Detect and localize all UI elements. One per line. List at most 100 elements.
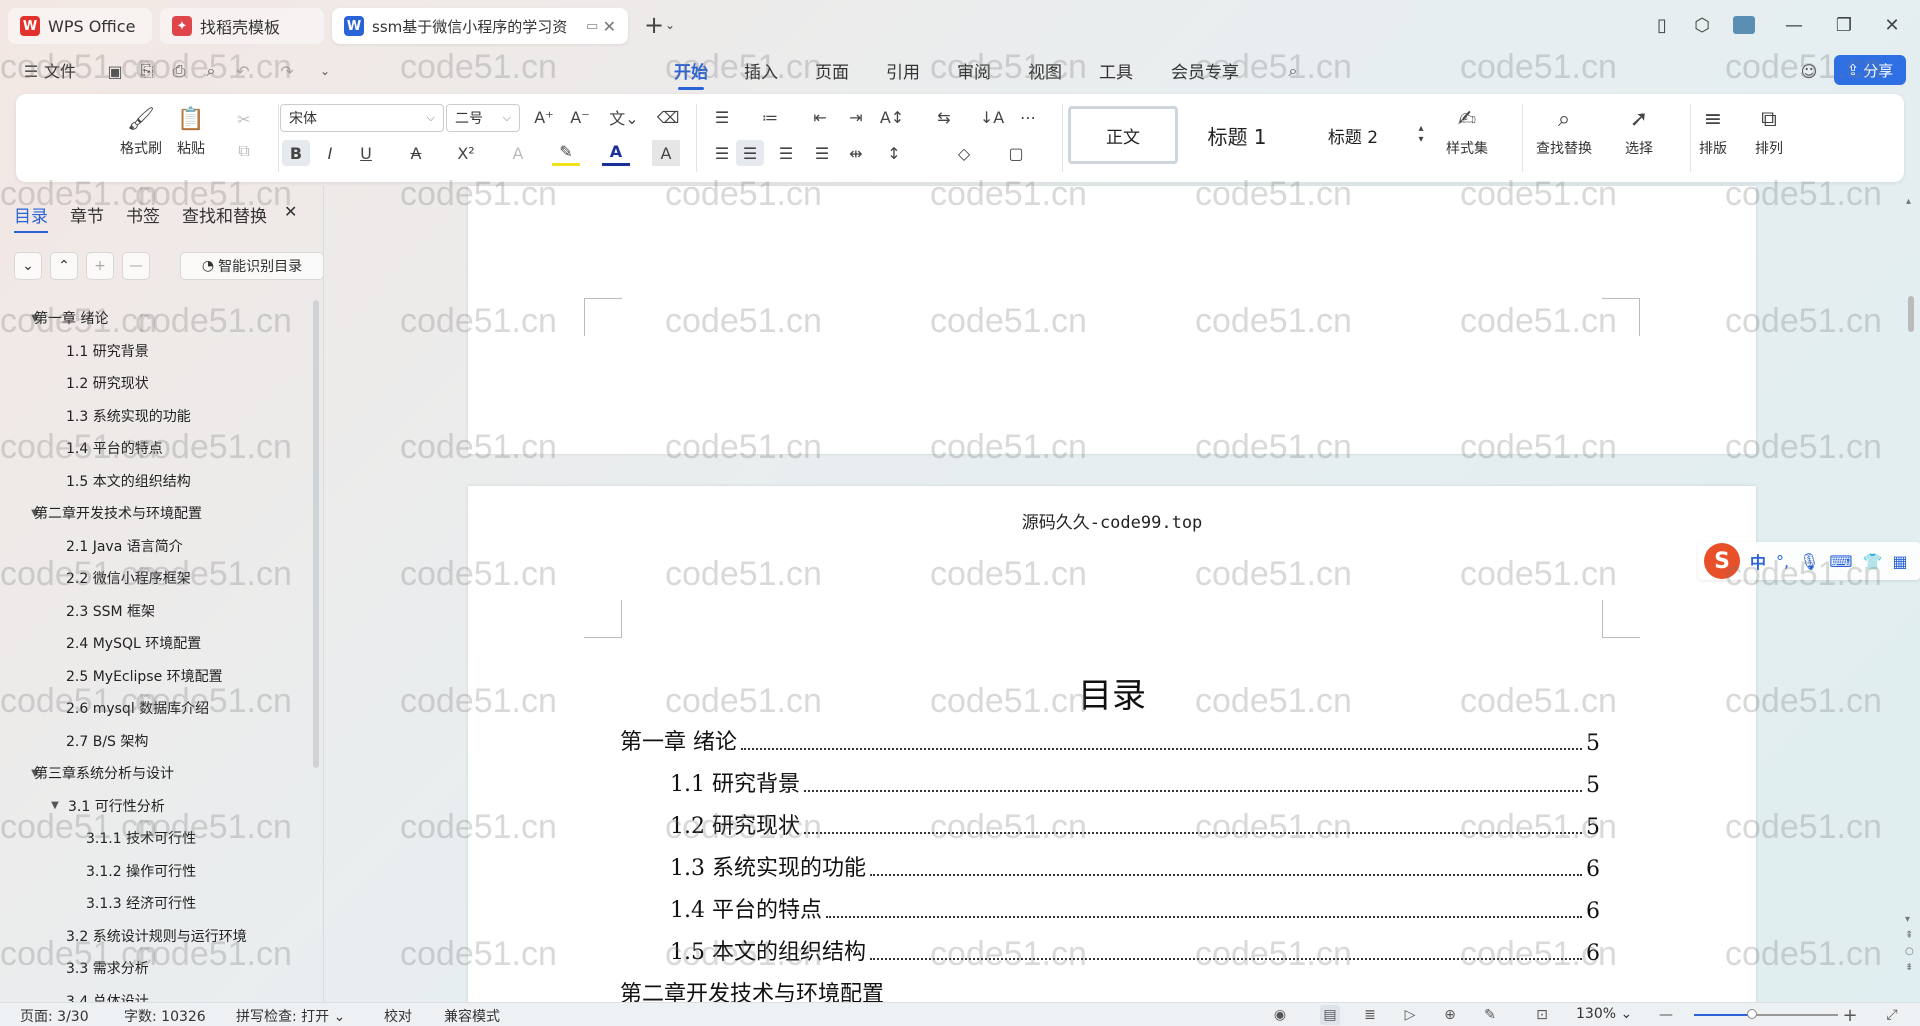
add-heading-icon[interactable]: +: [86, 252, 114, 280]
ime-punct[interactable]: °,: [1776, 552, 1789, 571]
toc-item[interactable]: 2.3 SSM 框架: [0, 595, 316, 627]
style-normal[interactable]: 正文: [1068, 106, 1178, 164]
numbered-list-icon[interactable]: ≔: [756, 104, 784, 130]
align-left-icon[interactable]: ☰: [708, 140, 736, 166]
doc-toc-line[interactable]: 1.5 本文的组织结构 6: [670, 936, 1600, 966]
search-icon[interactable]: ⌕: [1282, 60, 1304, 82]
toc-item[interactable]: ▼ 3.1 可行性分析: [0, 790, 316, 822]
tab-chapters[interactable]: 章节: [70, 202, 104, 227]
bold-icon[interactable]: B: [282, 140, 310, 166]
save-icon[interactable]: ▣: [104, 60, 126, 82]
doc-scrollbar[interactable]: ▴ ▾ ⇞ ○ ⇟: [1904, 196, 1920, 1002]
web-view-icon[interactable]: ⊕: [1440, 1005, 1460, 1025]
toc-item[interactable]: 3.1.3 经济可行性: [0, 887, 316, 919]
fit-page-icon[interactable]: ⊡: [1532, 1005, 1552, 1025]
doc-toc-line[interactable]: 1.4 平台的特点 6: [670, 894, 1600, 924]
justify-icon[interactable]: ☰: [808, 140, 836, 166]
tab-document[interactable]: W ssm基于微信小程序的学习资 ▭ ✕: [332, 8, 628, 44]
file-menu[interactable]: 文件: [44, 58, 76, 82]
print-icon[interactable]: ⎙: [168, 60, 190, 82]
cube-icon[interactable]: ⬡: [1682, 10, 1722, 40]
toc-item[interactable]: 2.2 微信小程序框架: [0, 562, 316, 594]
increase-indent-icon[interactable]: ⇥: [842, 104, 870, 130]
layout-button[interactable]: ≡ 排版: [1698, 104, 1728, 158]
chat-icon[interactable]: ☺: [1798, 60, 1820, 82]
avatar[interactable]: [1724, 10, 1764, 40]
outline-view-icon[interactable]: ≣: [1360, 1005, 1380, 1025]
word-count[interactable]: 字数: 10326: [124, 1006, 206, 1026]
menu-home[interactable]: 开始: [674, 58, 708, 90]
print-preview-icon[interactable]: ⌕: [200, 60, 222, 82]
zoom-slider[interactable]: [1694, 1009, 1838, 1019]
undo-icon[interactable]: ↶: [232, 60, 254, 82]
tab-find-replace[interactable]: 查找和替换: [182, 202, 267, 227]
toc-item[interactable]: 1.1 研究背景: [0, 335, 316, 367]
copy-icon[interactable]: ⧉: [230, 138, 258, 164]
paste-button[interactable]: 📋 粘贴: [176, 104, 206, 158]
zoom-knob[interactable]: [1746, 1009, 1757, 1019]
smart-toc-button[interactable]: ◔ 智能识别目录: [180, 252, 324, 280]
doc-toc-line[interactable]: 1.1 研究背景 5: [670, 768, 1600, 798]
format-painter-button[interactable]: 🖌 格式刷: [120, 104, 162, 158]
font-size-select[interactable]: 二号 ⌵: [446, 104, 520, 132]
hamburger-icon[interactable]: ☰: [20, 60, 42, 82]
ime-mode[interactable]: 中: [1750, 549, 1766, 573]
chevron-down-icon[interactable]: ⌄: [658, 10, 682, 40]
zoom-in-icon[interactable]: +: [1840, 1005, 1860, 1026]
monitor-icon[interactable]: ▭: [586, 19, 598, 34]
grow-font-icon[interactable]: A⁺: [530, 104, 558, 130]
show-marks-icon[interactable]: ⋯: [1014, 104, 1042, 130]
page-indicator[interactable]: 页面: 3/30: [20, 1006, 89, 1026]
strikethrough-icon[interactable]: A: [402, 140, 430, 166]
export-icon[interactable]: ⎘: [136, 60, 158, 82]
toc-item[interactable]: 1.2 研究现状: [0, 367, 316, 399]
menu-insert[interactable]: 插入: [744, 58, 778, 83]
toc-item[interactable]: 3.2 系统设计规则与运行环境: [0, 920, 316, 952]
expand-icon[interactable]: ⌄: [14, 252, 42, 280]
toc-item[interactable]: 3.1.1 技术可行性: [0, 822, 316, 854]
grid-icon[interactable]: ▦: [1892, 552, 1907, 571]
border-icon[interactable]: ▢: [1002, 140, 1030, 166]
select-button[interactable]: ➚ 选择: [1624, 104, 1654, 158]
remove-heading-icon[interactable]: —: [122, 252, 150, 280]
menu-reference[interactable]: 引用: [886, 58, 920, 83]
sidebar-toggle-icon[interactable]: ▯: [1642, 10, 1682, 40]
keyboard-icon[interactable]: ⌨: [1829, 552, 1852, 571]
align-center-icon[interactable]: ☰: [736, 140, 764, 166]
toc-item[interactable]: 2.6 mysql 数据库介绍: [0, 692, 316, 724]
zoom-out-icon[interactable]: —: [1656, 1005, 1676, 1025]
menu-review[interactable]: 审阅: [957, 58, 991, 83]
pane-divider[interactable]: [323, 186, 324, 1002]
tab-docer[interactable]: ✦ 找稻壳模板: [160, 8, 324, 44]
toc-item[interactable]: 2.4 MySQL 环境配置: [0, 627, 316, 659]
font-color-icon[interactable]: A: [602, 140, 630, 166]
toc-item[interactable]: 1.4 平台的特点: [0, 432, 316, 464]
collapse-icon[interactable]: ⌃: [50, 252, 78, 280]
arrange-button[interactable]: ⧉ 排列: [1754, 104, 1784, 158]
superscript-icon[interactable]: X²: [452, 140, 480, 166]
toc-item[interactable]: 1.3 系统实现的功能: [0, 400, 316, 432]
redo-icon[interactable]: ↷: [276, 60, 298, 82]
share-button[interactable]: ⇪ 分享: [1834, 55, 1906, 85]
fullscreen-icon[interactable]: ⤢: [1882, 1005, 1902, 1025]
scroll-thumb[interactable]: [1908, 296, 1914, 332]
tab-bookmarks[interactable]: 书签: [126, 202, 160, 227]
toc-item[interactable]: 2.5 MyEclipse 环境配置: [0, 660, 316, 692]
highlight-icon[interactable]: ✎: [552, 140, 580, 166]
tab-toc[interactable]: 目录: [14, 202, 48, 233]
scroll-nav-icon[interactable]: ▾ ⇞ ○ ⇟: [1905, 912, 1914, 976]
text-direction-icon[interactable]: A↕: [878, 104, 906, 130]
sort-icon[interactable]: ↓A: [978, 104, 1006, 130]
shading-icon[interactable]: ◇: [950, 140, 978, 166]
toc-item[interactable]: 2.7 B/S 架构: [0, 725, 316, 757]
customize-chevron-icon[interactable]: ⌄: [314, 60, 336, 82]
toc-item[interactable]: 1.5 本文的组织结构: [0, 465, 316, 497]
ime-toolbar[interactable]: S 中 °, 🎙 ⌨ 👕 ▦: [1698, 542, 1920, 580]
bullet-list-icon[interactable]: ☰: [708, 104, 736, 130]
pen-icon[interactable]: ✎: [1480, 1005, 1500, 1025]
pinyin-icon[interactable]: 文⌄: [604, 104, 644, 130]
doc-toc-line[interactable]: 第一章 绪论 5: [620, 726, 1600, 756]
toc-item[interactable]: ▼ 第一章 绪论: [0, 302, 316, 334]
scroll-up-icon[interactable]: ▴: [1906, 196, 1911, 207]
style-heading-1[interactable]: 标题 1: [1182, 106, 1292, 164]
